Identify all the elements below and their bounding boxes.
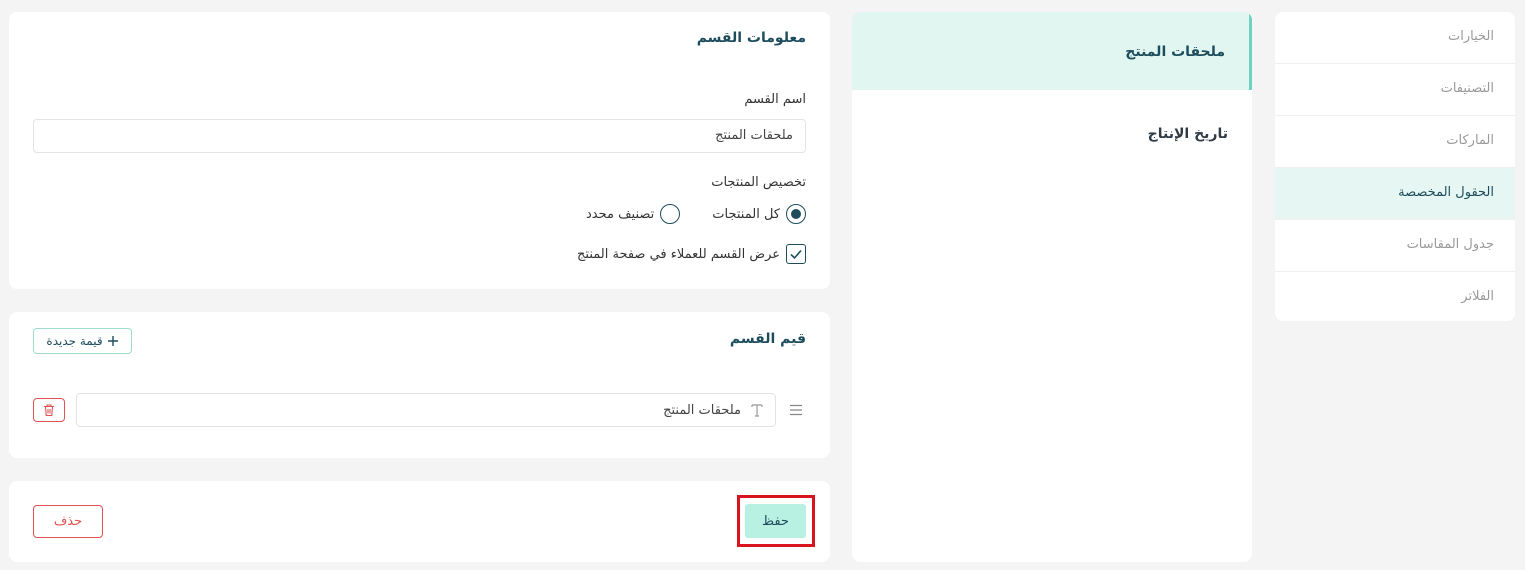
- section-values-title: قيم القسم: [729, 331, 806, 347]
- delete-section-button[interactable]: حذف: [33, 505, 103, 538]
- save-button[interactable]: حفظ: [745, 504, 806, 538]
- sidebar-item-categories[interactable]: التصنيفات: [1275, 64, 1515, 116]
- show-to-customers-label: عرض القسم للعملاء في صفحة المنتج: [577, 246, 780, 262]
- section-values-card: قيم القسم قيمة جديدة ملحقات المنتج: [9, 312, 830, 458]
- radio-specific-category-control[interactable]: [660, 204, 681, 224]
- value-input[interactable]: ملحقات المنتج: [76, 393, 776, 427]
- drag-handle-icon[interactable]: [789, 403, 803, 417]
- sections-list: ملحقات المنتج تاريخ الإنتاج: [852, 12, 1252, 562]
- plus-icon: [107, 336, 118, 346]
- add-value-button[interactable]: قيمة جديدة: [33, 328, 132, 354]
- section-name-label: اسم القسم: [744, 92, 806, 107]
- show-to-customers-checkbox[interactable]: [786, 244, 806, 264]
- radio-specific-category-label: تصنيف محدد: [586, 206, 655, 222]
- section-name-input[interactable]: ملحقات المنتج: [33, 119, 806, 153]
- section-info-title: معلومات القسم: [696, 30, 806, 46]
- radio-all-products[interactable]: كل المنتجات: [712, 204, 806, 224]
- value-text: ملحقات المنتج: [663, 402, 741, 418]
- trash-icon: [44, 404, 54, 417]
- section-info-card: معلومات القسم اسم القسم ملحقات المنتج تخ…: [9, 12, 830, 289]
- delete-value-button[interactable]: [33, 398, 65, 422]
- section-item-production-date[interactable]: تاريخ الإنتاج: [852, 90, 1252, 150]
- sidebar-item-size-chart[interactable]: جدول المقاسات: [1275, 220, 1515, 272]
- sidebar-item-filters[interactable]: الفلاتر: [1275, 272, 1515, 321]
- radio-specific-category[interactable]: تصنيف محدد: [586, 204, 681, 224]
- sidebar-item-options[interactable]: الخيارات: [1275, 12, 1515, 64]
- settings-sidebar: الخيارات التصنيفات الماركات الحقول المخص…: [1275, 12, 1515, 321]
- actions-card: حفظ حذف: [9, 481, 830, 562]
- sidebar-item-custom-fields[interactable]: الحقول المخصصة: [1275, 168, 1515, 220]
- assign-products-radio-group: كل المنتجات تصنيف محدد: [586, 204, 806, 224]
- radio-all-products-label: كل المنتجات: [712, 206, 780, 222]
- sidebar-item-brands[interactable]: الماركات: [1275, 116, 1515, 168]
- text-type-icon: [751, 404, 763, 417]
- add-value-label: قيمة جديدة: [46, 334, 103, 348]
- radio-all-products-control[interactable]: [786, 204, 806, 224]
- check-icon: [790, 249, 802, 260]
- show-to-customers-option[interactable]: عرض القسم للعملاء في صفحة المنتج: [577, 243, 806, 265]
- assign-products-label: تخصيص المنتجات: [711, 175, 806, 190]
- section-item-product-accessories[interactable]: ملحقات المنتج: [852, 12, 1252, 90]
